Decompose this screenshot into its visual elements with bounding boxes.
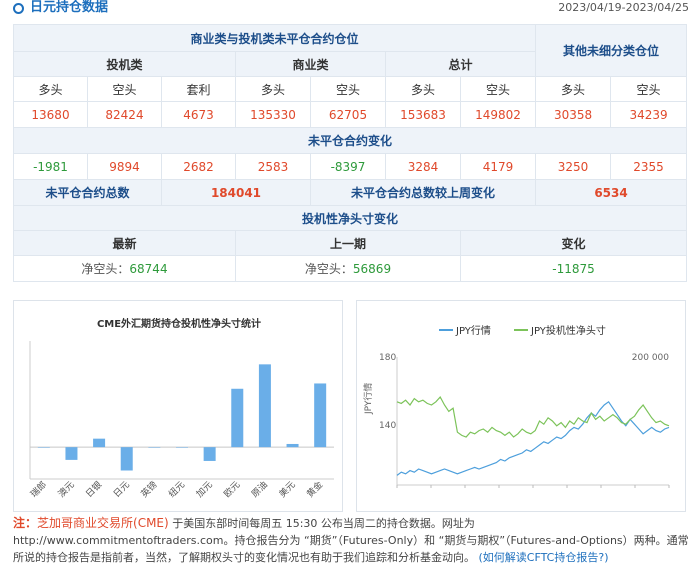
change-value: -8397	[310, 153, 386, 180]
page-title: 日元持仓数据	[30, 0, 109, 15]
footer-note: 注：芝加哥商业交易所(CME) 于美国东部时间每周五 15:30 公布当周二的持…	[13, 515, 693, 566]
col-label: 空头	[459, 76, 537, 102]
position-value: 13680	[13, 101, 88, 128]
bar-category-label: 澳元	[55, 479, 76, 500]
left-tick-top: 180	[379, 353, 396, 363]
right-tick-top: 200 000	[632, 353, 669, 363]
net-prefix: 净空头：	[304, 262, 353, 276]
position-value: 149802	[459, 101, 537, 128]
commercial-header: 商业类	[235, 51, 386, 77]
bar-9	[286, 443, 299, 448]
date-range: 2023/04/19-2023/04/25	[558, 1, 689, 14]
col-label: 多头	[235, 76, 311, 102]
change-title: 未平仓合约变化	[12, 127, 688, 154]
bar-4	[148, 447, 161, 448]
column-label-row: 多头 空头 套利 多头 空头 多头 空头 多头 空头	[13, 76, 688, 102]
latest-label: 最新	[13, 230, 236, 256]
bar-0	[37, 447, 50, 448]
oi-change-value: 6534	[535, 179, 688, 206]
oi-change-label: 未平仓合约总数较上周变化	[309, 179, 537, 206]
bar-10	[314, 383, 327, 448]
change-label: 变化	[459, 230, 688, 256]
jpy-net-position-line	[396, 395, 670, 438]
jpy-line-chart: JPY行情 JPY投机性净头寸 180 140 200 000 JPY行情	[356, 300, 686, 512]
bar-category-label: 英镑	[138, 479, 159, 500]
bar-category-label: 日银	[83, 479, 104, 500]
net-position-bar-chart: CME外汇期货持仓投机性净头寸统计 瑞郎 澳元 日银 日元 英镑 纽元 加元 欧元 原油 美元 黄金	[13, 300, 343, 512]
jpy-price-line	[396, 400, 670, 476]
position-value: 82424	[87, 101, 162, 128]
net-change-value: -11875	[459, 255, 688, 282]
col-label: 多头	[385, 76, 461, 102]
latest-net: 净空头：68744	[13, 255, 236, 282]
bar-category-label: 黄金	[304, 479, 325, 500]
bar-category-label: 日元	[111, 479, 132, 500]
line-chart-svg: JPY行情 JPY投机性净头寸 180 140 200 000 JPY行情	[362, 324, 670, 488]
circle-bullet-icon	[13, 3, 24, 14]
group-title: 商业类与投机类未平仓合约仓位	[12, 24, 537, 52]
bar-7	[231, 388, 244, 448]
change-value: 3250	[535, 153, 612, 180]
cftc-guide-link[interactable]: (如何解读CFTC持仓报告?)	[479, 551, 609, 564]
previous-net-value: 56869	[352, 262, 392, 276]
noncommercial-header: 投机类	[13, 51, 236, 77]
bar-5	[176, 447, 188, 448]
total-header: 总计	[384, 51, 537, 77]
legend-net-label: JPY投机性净头寸	[530, 324, 606, 337]
bar-6	[203, 447, 216, 461]
position-value: 34239	[610, 101, 688, 128]
bar-2	[93, 438, 106, 448]
col-label: 空头	[310, 76, 386, 102]
position-value: 30358	[535, 101, 612, 128]
bar-category-label: 瑞郎	[28, 479, 49, 500]
previous-label: 上一期	[235, 230, 461, 256]
note-tag: 注：	[13, 516, 38, 530]
change-value: 2355	[610, 153, 688, 180]
col-label: 空头	[610, 76, 688, 102]
note-source: 芝加哥商业交易所(CME)	[37, 516, 169, 530]
bar-chart-title: CME外汇期货持仓投机性净头寸统计	[97, 317, 261, 330]
net-title: 投机性净头寸变化	[12, 205, 688, 231]
bar-8	[258, 364, 271, 448]
oi-total-value: 184041	[161, 179, 311, 206]
position-value: 135330	[235, 101, 311, 128]
positions-row: 13680 82424 4673 135330 62705 153683 149…	[13, 101, 688, 128]
bar-chart-svg: CME外汇期货持仓投机性净头寸统计 瑞郎 澳元 日银 日元 英镑 纽元 加元 欧元 原油 美元 黄金	[28, 317, 334, 500]
position-value: 153683	[385, 101, 461, 128]
col-label: 多头	[13, 76, 88, 102]
page-header: 日元持仓数据 2023/04/19-2023/04/25	[0, 0, 695, 18]
position-value: 4673	[161, 101, 236, 128]
col-label: 套利	[161, 76, 236, 102]
change-value: 2682	[161, 153, 236, 180]
change-value: 9894	[87, 153, 162, 180]
net-prefix: 净空头：	[81, 262, 130, 276]
left-axis-label: JPY行情	[362, 383, 374, 415]
legend-jpy-label: JPY行情	[455, 324, 491, 337]
change-value: 2583	[235, 153, 311, 180]
bar-3	[120, 447, 133, 471]
position-value: 62705	[310, 101, 386, 128]
change-value: -1981	[13, 153, 88, 180]
change-value: 4179	[459, 153, 537, 180]
col-label: 空头	[87, 76, 162, 102]
left-tick-mid: 140	[379, 421, 396, 431]
bar-category-label: 加元	[194, 479, 215, 500]
col-label: 多头	[535, 76, 612, 102]
bar-category-label: 美元	[276, 479, 297, 500]
cot-table: 商业类与投机类未平仓合约仓位 其他未细分类仓位 投机类 商业类 总计 多头 空头…	[12, 24, 688, 282]
bar-category-label: 纽元	[166, 479, 187, 500]
oi-total-label: 未平仓合约总数	[13, 179, 162, 206]
other-title: 其他未细分类仓位	[535, 24, 688, 77]
bar-1	[65, 447, 78, 460]
latest-net-value: 68744	[129, 262, 168, 276]
previous-net: 净空头：56869	[235, 255, 461, 282]
change-value: 3284	[385, 153, 461, 180]
changes-row: -1981 9894 2682 2583 -8397 3284 4179 325…	[13, 153, 688, 180]
bar-category-label: 欧元	[221, 479, 242, 500]
bar-category-label: 原油	[249, 479, 270, 500]
